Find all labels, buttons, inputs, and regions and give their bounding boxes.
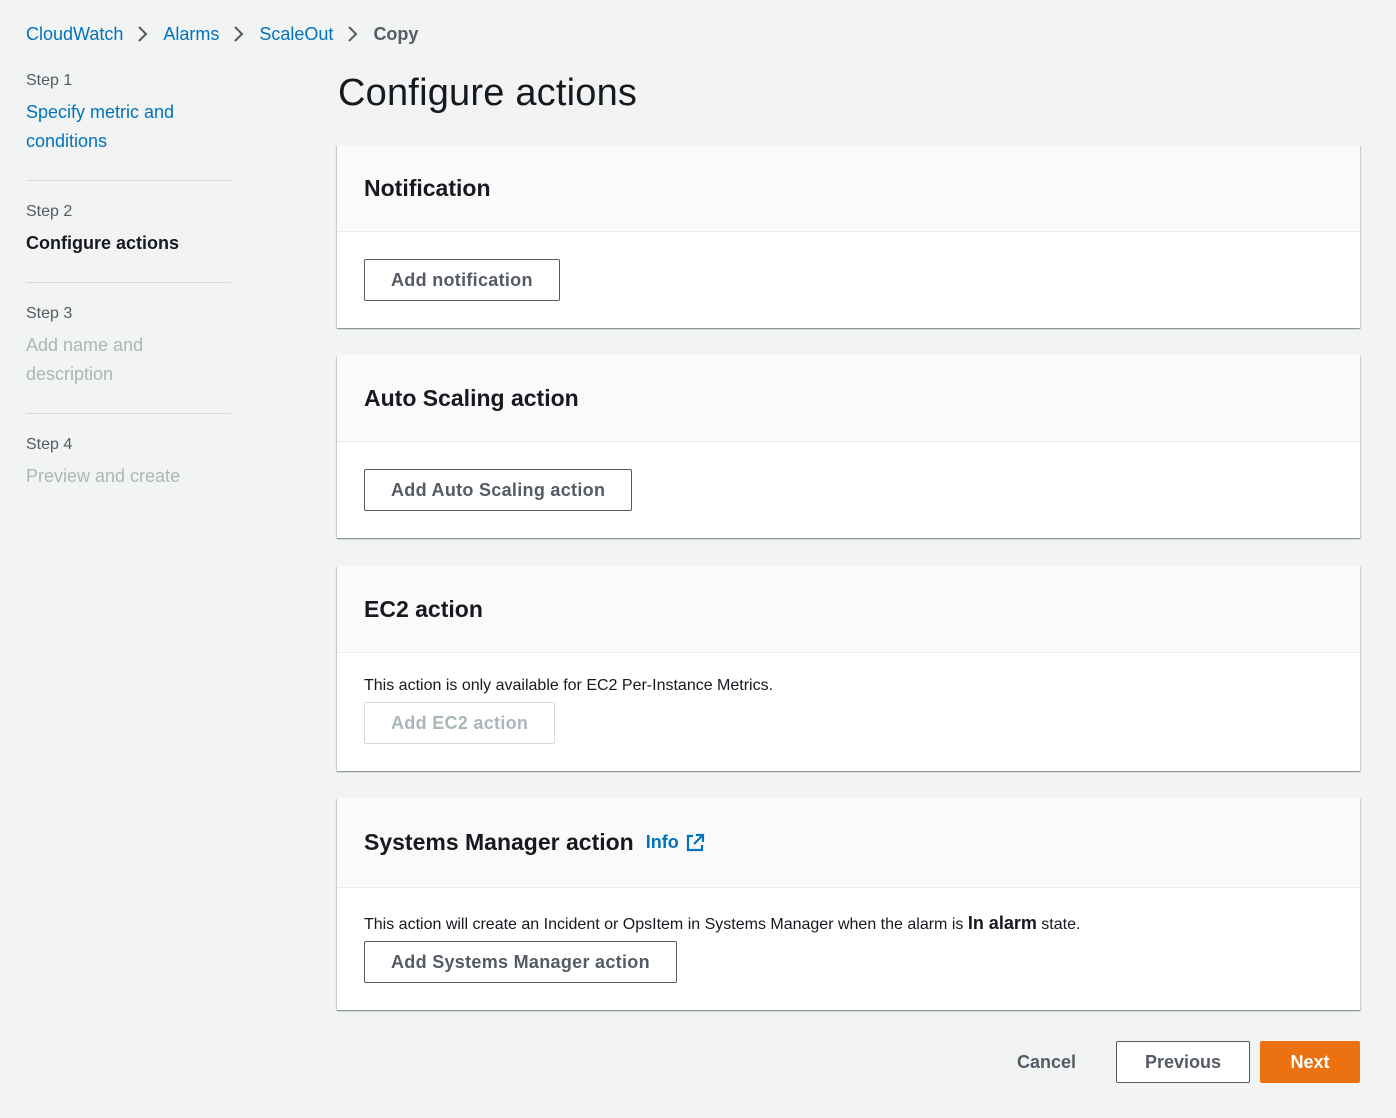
panel-title: Notification xyxy=(364,174,491,201)
panel-body: Add notification xyxy=(337,232,1360,328)
panel-header: Auto Scaling action xyxy=(337,355,1360,442)
panel-header: Notification xyxy=(337,145,1360,232)
step-2-title: Configure actions xyxy=(26,233,180,253)
breadcrumb: CloudWatch Alarms ScaleOut Copy xyxy=(26,20,418,48)
step-number: Step 4 xyxy=(26,436,73,453)
ssm-panel: Systems Manager action Info This action … xyxy=(337,798,1360,1010)
wizard-footer: Cancel Previous Next xyxy=(1017,1041,1360,1083)
breadcrumb-current: Copy xyxy=(373,23,419,44)
breadcrumb-cloudwatch[interactable]: CloudWatch xyxy=(26,24,123,45)
step-1-link[interactable]: Specify metric and conditions xyxy=(26,98,231,156)
next-button[interactable]: Next xyxy=(1260,1041,1360,1083)
add-systems-manager-action-button[interactable]: Add Systems Manager action xyxy=(364,941,677,983)
ssm-description: This action will create an Incident or O… xyxy=(364,913,1333,935)
breadcrumb-alarms[interactable]: Alarms xyxy=(163,24,219,45)
cancel-button[interactable]: Cancel xyxy=(1017,1052,1076,1073)
wizard-step-3: Step 3 Add name and description xyxy=(26,303,231,414)
step-4-title: Preview and create xyxy=(26,466,181,486)
notification-panel: Notification Add notification xyxy=(337,145,1360,328)
step-3-title: Add name and description xyxy=(26,335,144,384)
step-number: Step 2 xyxy=(26,203,73,220)
wizard-step-4: Step 4 Preview and create xyxy=(26,434,231,515)
panel-title: Auto Scaling action xyxy=(364,384,579,411)
autoscaling-panel: Auto Scaling action Add Auto Scaling act… xyxy=(337,355,1360,538)
chevron-right-icon xyxy=(137,25,149,43)
external-link-icon xyxy=(686,833,704,851)
add-autoscaling-action-button[interactable]: Add Auto Scaling action xyxy=(364,469,633,511)
ssm-description-state: In alarm xyxy=(967,913,1037,933)
previous-button[interactable]: Previous xyxy=(1116,1041,1250,1083)
breadcrumb-scaleout[interactable]: ScaleOut xyxy=(259,24,333,45)
ssm-description-text: This action will create an Incident or O… xyxy=(364,916,968,933)
add-ec2-action-button[interactable]: Add EC2 action xyxy=(364,702,556,744)
chevron-right-icon xyxy=(233,25,245,43)
panel-header: Systems Manager action Info xyxy=(337,798,1360,888)
step-number: Step 3 xyxy=(26,305,73,322)
info-link[interactable]: Info xyxy=(646,832,705,853)
ec2-panel: EC2 action This action is only available… xyxy=(337,566,1360,771)
chevron-right-icon xyxy=(347,25,359,43)
ssm-description-suffix: state. xyxy=(1036,916,1081,933)
wizard-step-2: Step 2 Configure actions xyxy=(26,201,231,283)
panel-body: This action is only available for EC2 Pe… xyxy=(337,653,1360,771)
ec2-description: This action is only available for EC2 Pe… xyxy=(364,677,774,694)
panel-title: Systems Manager action xyxy=(364,829,634,855)
add-notification-button[interactable]: Add notification xyxy=(364,259,560,301)
wizard-steps: Step 1 Specify metric and conditions Ste… xyxy=(26,70,231,535)
panel-body: Add Auto Scaling action xyxy=(337,442,1360,538)
panel-title: EC2 action xyxy=(364,595,483,622)
page-title: Configure actions xyxy=(338,72,638,114)
info-label: Info xyxy=(645,832,679,852)
step-number: Step 1 xyxy=(26,72,73,89)
panel-body: This action will create an Incident or O… xyxy=(337,888,1360,1010)
panel-header: EC2 action xyxy=(337,566,1360,653)
wizard-step-1: Step 1 Specify metric and conditions xyxy=(26,70,231,181)
